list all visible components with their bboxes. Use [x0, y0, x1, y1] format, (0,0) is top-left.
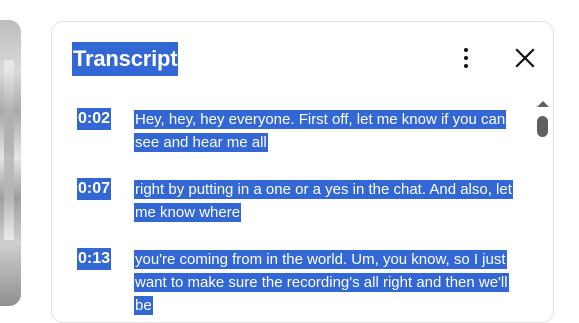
scroll-up-arrow[interactable] — [537, 101, 549, 107]
segment-timestamp[interactable]: 0:13 — [77, 248, 112, 270]
transcript-panel: Transcript 0:02 Hey, hey, hey everyone. … — [51, 21, 554, 323]
video-player-edge[interactable] — [0, 20, 21, 306]
close-button[interactable] — [513, 46, 537, 70]
transcript-segment[interactable]: 0:13 you're coming from in the world. Um… — [52, 248, 532, 318]
more-vert-icon — [464, 48, 468, 52]
segment-text: right by putting in a one or a yes in th… — [134, 180, 513, 222]
close-icon — [515, 48, 535, 68]
more-options-button[interactable] — [452, 44, 480, 72]
segment-timestamp[interactable]: 0:07 — [77, 178, 112, 200]
panel-title: Transcript — [72, 42, 179, 76]
scrollbar-thumb[interactable] — [537, 116, 548, 137]
transcript-segment[interactable]: 0:07 right by putting in a one or a yes … — [52, 178, 532, 248]
transcript-segment[interactable]: 0:02 Hey, hey, hey everyone. First off, … — [52, 108, 532, 178]
segment-text: you're coming from in the world. Um, you… — [134, 250, 509, 315]
segment-timestamp[interactable]: 0:02 — [77, 108, 112, 130]
segment-text: Hey, hey, hey everyone. First off, let m… — [134, 110, 507, 152]
transcript-segment-list: 0:02 Hey, hey, hey everyone. First off, … — [52, 108, 532, 318]
